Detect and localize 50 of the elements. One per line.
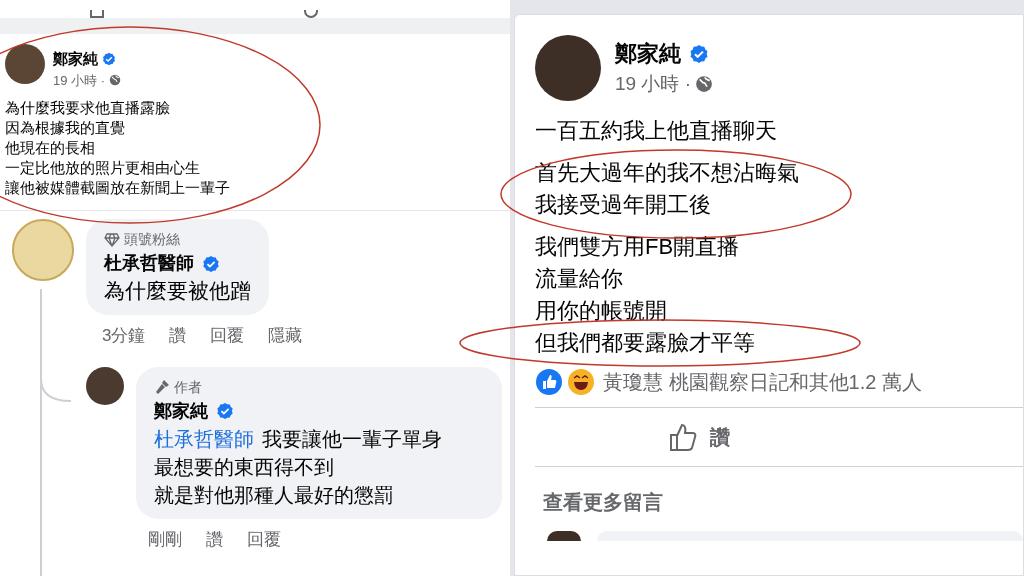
post-text-line: 流量給你 [535, 265, 623, 293]
globe-icon [109, 74, 121, 87]
verified-badge-icon [216, 402, 234, 420]
comment-text: 最想要的東西得不到 [154, 454, 335, 480]
post-text-line: 我們雙方用FB開直播 [535, 233, 740, 261]
comment-time: 剛剛 [148, 528, 182, 551]
post-text-line: 因為根據我的直覺 [5, 118, 125, 138]
comment-text: 為什麼要被他蹭 [104, 278, 251, 304]
post-text-line: 但我們都要露臉才平等 [535, 329, 755, 357]
microphone-icon [154, 379, 170, 395]
view-more-comments-link[interactable]: 查看更多留言 [535, 467, 1023, 517]
comment-input-field[interactable] [597, 531, 1023, 541]
commenter-name[interactable]: 杜承哲醫師 [104, 250, 194, 277]
post-text-line: 首先大過年的我不想沾晦氣 [535, 159, 799, 187]
mention-link[interactable]: 杜承哲醫師 [154, 424, 254, 453]
post-text-line: 他現在的長相 [5, 138, 95, 158]
avatar-placeholder [547, 531, 581, 541]
post-time[interactable]: 19 小時 · [615, 70, 692, 99]
post-text-line: 用你的帳號開 [535, 297, 667, 325]
comment-action-link[interactable]: 回覆 [247, 526, 281, 552]
verified-badge-icon [689, 43, 709, 64]
author-name[interactable]: 鄭家純 [615, 37, 681, 70]
verified-badge-icon [102, 52, 116, 67]
post-text-line: 我接受過年開工後 [535, 191, 711, 219]
comment-action-link[interactable]: 隱藏 [268, 323, 303, 349]
laughing-emoji-icon [567, 368, 595, 396]
like-button[interactable]: 讚 [668, 422, 730, 452]
comment-action-link[interactable]: 讚 [206, 526, 223, 552]
comment-time: 3分鐘 [102, 325, 146, 347]
fan-badge-label: 頭號粉絲 [124, 230, 180, 249]
comment-action-link[interactable]: 讚 [169, 323, 187, 349]
author-name[interactable]: 鄭家純 [53, 48, 98, 71]
reactions-summary[interactable]: 黃瓊慧 桃園觀察日記和其他1.2 萬人 [599, 367, 922, 397]
thumbs-up-icon [668, 422, 698, 452]
avatar-placeholder[interactable] [86, 366, 124, 405]
comment-text: 我要讓他一輩子單身 [262, 426, 442, 452]
commenter-name[interactable]: 鄭家純 [154, 397, 208, 425]
avatar-placeholder[interactable] [5, 44, 45, 84]
post-text-line: 讓他被媒體截圖放在新聞上一輩子 [5, 178, 230, 198]
post-time[interactable]: 19 小時 · [53, 70, 105, 90]
post-text-line: 一定比他放的照片更相由心生 [5, 158, 200, 178]
author-label: 作者 [174, 377, 202, 397]
comment-text: 就是對他那種人最好的懲罰 [154, 482, 395, 508]
comment-action-link[interactable]: 回覆 [210, 323, 245, 349]
post-text-line: 為什麼我要求他直播露臉 [5, 98, 170, 118]
like-reaction-icon [535, 368, 563, 396]
globe-icon [695, 75, 714, 94]
post-text-line: 一百五約我上他直播聊天 [535, 117, 777, 145]
verified-badge-icon [202, 254, 220, 273]
diamond-icon [104, 232, 120, 247]
